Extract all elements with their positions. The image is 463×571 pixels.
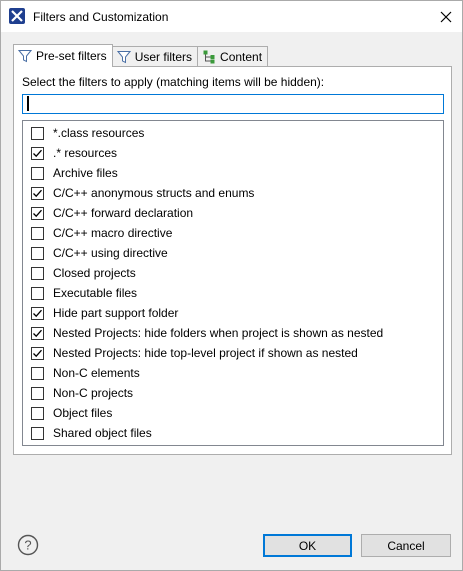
filter-checkbox[interactable] [31,206,44,220]
filter-item-label: Hide part support folder [53,306,179,320]
tab-pre-set-filters[interactable]: Pre-set filters [13,44,113,67]
tab-label: Content [220,50,263,64]
filter-checkbox[interactable] [31,226,44,240]
svg-text:?: ? [24,538,31,553]
filter-checkbox[interactable] [31,306,44,320]
filter-checkbox[interactable] [31,146,44,160]
check-icon [33,349,42,357]
title-bar: Filters and Customization [1,1,462,32]
filter-text-input[interactable] [22,94,444,114]
filter-checkbox[interactable] [31,326,44,340]
filter-item[interactable]: C/C++ forward declaration [23,203,443,223]
filter-item-label: Shared object files [53,426,152,440]
text-caret [27,96,29,111]
tab-label: Pre-set filters [36,49,107,63]
pre-set-filters-panel: Select the filters to apply (matching it… [13,66,452,455]
filter-item[interactable]: Nested Projects: hide folders when proje… [23,323,443,343]
filter-checkbox[interactable] [31,406,44,420]
filter-item-label: .* resources [53,146,118,160]
filter-item[interactable]: Shared object files [23,423,443,443]
filter-checkbox[interactable] [31,186,44,200]
filter-checkbox[interactable] [31,386,44,400]
filter-item[interactable]: .* resources [23,143,443,163]
tab-bar: Pre-set filters User filters Content [13,44,269,67]
filter-item-label: Object files [53,406,113,420]
filter-item[interactable]: Archive files [23,163,443,183]
filters-dialog: Filters and Customization Pre-set filter… [0,0,463,571]
filter-checkbox[interactable] [31,166,44,180]
check-icon [33,329,42,337]
tab-label: User filters [134,50,193,64]
help-icon: ? [17,534,39,556]
filter-item-label: Nested Projects: hide top-level project … [53,346,358,360]
check-icon [33,189,42,197]
filter-icon [17,49,33,63]
filter-item[interactable]: Non-C elements [23,363,443,383]
filter-item-label: C/C++ macro directive [53,226,173,240]
filter-checkbox[interactable] [31,426,44,440]
filter-checkbox[interactable] [31,286,44,300]
filter-item-label: C/C++ anonymous structs and enums [53,186,255,200]
check-icon [33,149,42,157]
cancel-button[interactable]: Cancel [361,534,451,557]
filter-item-label: C/C++ forward declaration [53,206,194,220]
filter-item[interactable]: C/C++ using directive [23,243,443,263]
help-button[interactable]: ? [17,534,39,556]
close-button[interactable] [430,1,462,32]
filter-checkbox[interactable] [31,366,44,380]
tab-content[interactable]: Content [197,46,269,67]
filter-checkbox[interactable] [31,126,44,140]
filter-icon [116,50,131,64]
filter-item[interactable]: Closed projects [23,263,443,283]
filters-list[interactable]: *.class resources .* resources Archive fil… [22,120,444,446]
tab-user-filters[interactable]: User filters [111,46,199,67]
filter-item-label: Archive files [53,166,118,180]
close-icon [440,11,452,22]
filter-item[interactable]: Executable files [23,283,443,303]
filter-item-label: *.class resources [53,126,145,140]
check-icon [33,209,42,217]
check-icon [33,309,42,317]
window-title: Filters and Customization [33,10,169,24]
filter-checkbox[interactable] [31,246,44,260]
filter-item-label: Executable files [53,286,138,300]
tree-icon [202,50,216,64]
filter-item-label: Non-C projects [53,386,134,400]
filter-item[interactable]: Nested Projects: hide top-level project … [23,343,443,363]
filter-item-label: C/C++ using directive [53,246,168,260]
filter-item[interactable]: Hide part support folder [23,303,443,323]
filter-item[interactable]: Non-C projects [23,383,443,403]
filter-item-label: Closed projects [53,266,136,280]
filter-item-label: Nested Projects: hide folders when proje… [53,326,384,340]
filter-item[interactable]: C/C++ macro directive [23,223,443,243]
app-icon [9,8,25,24]
filter-checkbox[interactable] [31,266,44,280]
filter-checkbox[interactable] [31,346,44,360]
filter-item-label: Non-C elements [53,366,140,380]
filter-item[interactable]: Object files [23,403,443,423]
filter-item[interactable]: C/C++ anonymous structs and enums [23,183,443,203]
ok-button[interactable]: OK [263,534,352,557]
filter-item[interactable]: *.class resources [23,123,443,143]
instruction-label: Select the filters to apply (matching it… [22,75,325,89]
